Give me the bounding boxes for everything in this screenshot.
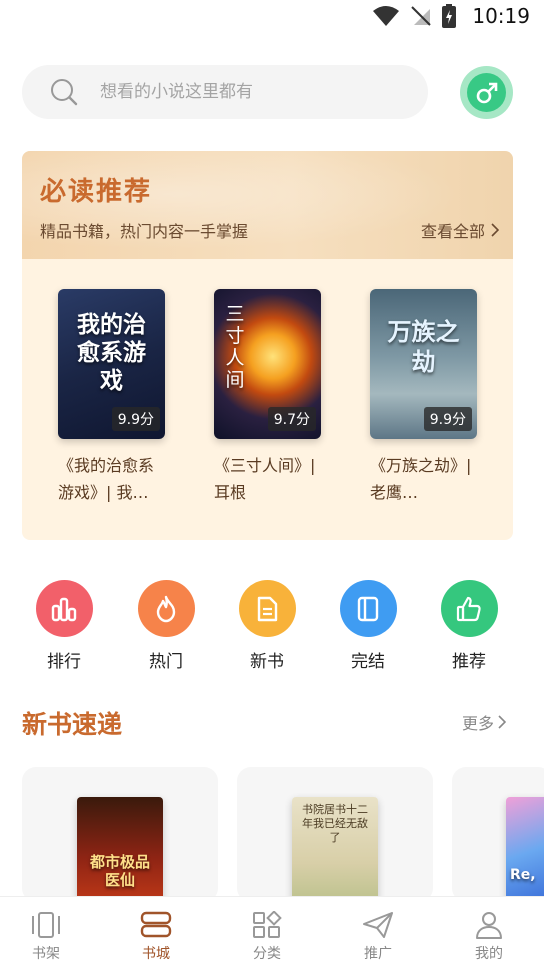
category-new[interactable]: 新书 xyxy=(232,580,302,672)
cover-title: 书院居书十二年我已经无敌了 xyxy=(302,803,368,844)
bottom-nav: 书架 书城 分类 推广 我的 xyxy=(0,896,544,971)
cover-title: 都市极品医仙 xyxy=(89,853,150,889)
book-name: 《我的治愈系游戏》| 我… xyxy=(58,456,155,502)
recommend-section: 必读推荐 精品书籍，热门内容一手掌握 查看全部 我的治愈系游戏 9.9分 《我的… xyxy=(22,151,513,540)
clock: 10:19 xyxy=(472,4,530,28)
cover-title: 我的治愈系游戏 xyxy=(77,312,146,394)
chevron-right-icon xyxy=(498,715,506,729)
category-completed[interactable]: 完结 xyxy=(333,580,403,672)
nav-label: 我的 xyxy=(475,946,503,962)
category-ranking[interactable]: 排行 xyxy=(29,580,99,672)
nav-bookshelf[interactable]: 书架 xyxy=(6,911,86,963)
category-icon xyxy=(253,911,282,938)
bookshelf-icon xyxy=(32,912,60,938)
search-icon xyxy=(51,79,78,106)
category-label: 排行 xyxy=(47,652,81,672)
recommend-book-1[interactable]: 我的治愈系游戏 9.9分 《我的治愈系游戏》| 我… xyxy=(58,289,168,506)
new-book-card-1[interactable]: 都市极品医仙 xyxy=(22,767,218,902)
nav-label: 推广 xyxy=(364,946,392,962)
nav-label: 书架 xyxy=(32,946,60,962)
gender-toggle-button[interactable] xyxy=(460,66,513,119)
category-recommend[interactable]: 推荐 xyxy=(434,580,504,672)
category-label: 新书 xyxy=(250,652,284,672)
chevron-right-icon xyxy=(491,223,499,237)
cover-title: 万族之劫 xyxy=(387,318,460,376)
category-hot[interactable]: 热门 xyxy=(131,580,201,672)
nav-category[interactable]: 分类 xyxy=(227,911,307,963)
book-cover[interactable]: 三寸人间 9.7分 xyxy=(214,289,321,439)
new-book-card-2[interactable]: 书院居书十二年我已经无敌了 xyxy=(237,767,433,902)
book-icon xyxy=(339,580,397,637)
book-cover[interactable]: 书院居书十二年我已经无敌了 xyxy=(292,797,378,902)
nav-promote[interactable]: 推广 xyxy=(338,911,418,963)
category-shortcuts: 排行 热门 新书 完结 推荐 xyxy=(0,580,544,672)
document-icon xyxy=(238,580,296,637)
search-bar[interactable] xyxy=(22,65,428,119)
chart-icon xyxy=(35,580,93,637)
male-icon xyxy=(476,82,497,103)
view-all-label: 查看全部 xyxy=(420,222,485,241)
book-score: 9.9分 xyxy=(111,407,160,431)
bookstore-icon xyxy=(140,911,172,938)
no-signal-icon xyxy=(410,5,432,27)
thumb-up-icon xyxy=(440,580,498,637)
fire-icon xyxy=(137,580,195,637)
recommend-book-3[interactable]: 万族之劫 9.9分 《万族之劫》| 老鹰… xyxy=(370,289,480,506)
book-cover[interactable]: 万族之劫 9.9分 xyxy=(370,289,477,439)
wifi-icon xyxy=(372,5,400,27)
book-cover[interactable]: 我的治愈系游戏 9.9分 xyxy=(58,289,165,439)
search-input[interactable] xyxy=(98,81,402,103)
new-books-title: 新书速递 xyxy=(22,710,123,739)
cover-title: Re, xyxy=(510,867,536,883)
recommend-header: 必读推荐 精品书籍，热门内容一手掌握 查看全部 xyxy=(22,151,513,259)
more-label: 更多 xyxy=(461,714,494,733)
category-label: 完结 xyxy=(351,652,385,672)
book-cover[interactable]: Re, xyxy=(506,797,544,902)
status-bar: 10:19 xyxy=(0,0,544,34)
send-icon xyxy=(363,912,393,938)
book-cover[interactable]: 都市极品医仙 xyxy=(77,797,163,902)
recommend-book-2[interactable]: 三寸人间 9.7分 《三寸人间》| 耳根 xyxy=(214,289,324,506)
book-name: 《三寸人间》| 耳根 xyxy=(214,456,316,502)
nav-profile[interactable]: 我的 xyxy=(449,911,529,963)
more-link[interactable]: 更多 xyxy=(462,710,506,734)
category-label: 热门 xyxy=(149,652,183,672)
category-label: 推荐 xyxy=(452,652,486,672)
nav-label: 书城 xyxy=(142,946,170,962)
cover-title: 三寸人间 xyxy=(225,303,245,391)
book-name: 《万族之劫》| 老鹰… xyxy=(370,456,472,502)
recommend-subtitle: 精品书籍，热门内容一手掌握 xyxy=(40,222,249,241)
nav-label: 分类 xyxy=(253,946,281,962)
nav-bookstore[interactable]: 书城 xyxy=(116,911,196,963)
user-icon xyxy=(476,912,502,939)
view-all-link[interactable]: 查看全部 xyxy=(421,218,499,242)
new-book-card-3[interactable]: Re, xyxy=(452,767,544,902)
book-score: 9.9分 xyxy=(423,407,472,431)
battery-charging-icon xyxy=(442,4,457,28)
book-score: 9.7分 xyxy=(267,407,316,431)
recommend-title: 必读推荐 xyxy=(40,177,153,207)
